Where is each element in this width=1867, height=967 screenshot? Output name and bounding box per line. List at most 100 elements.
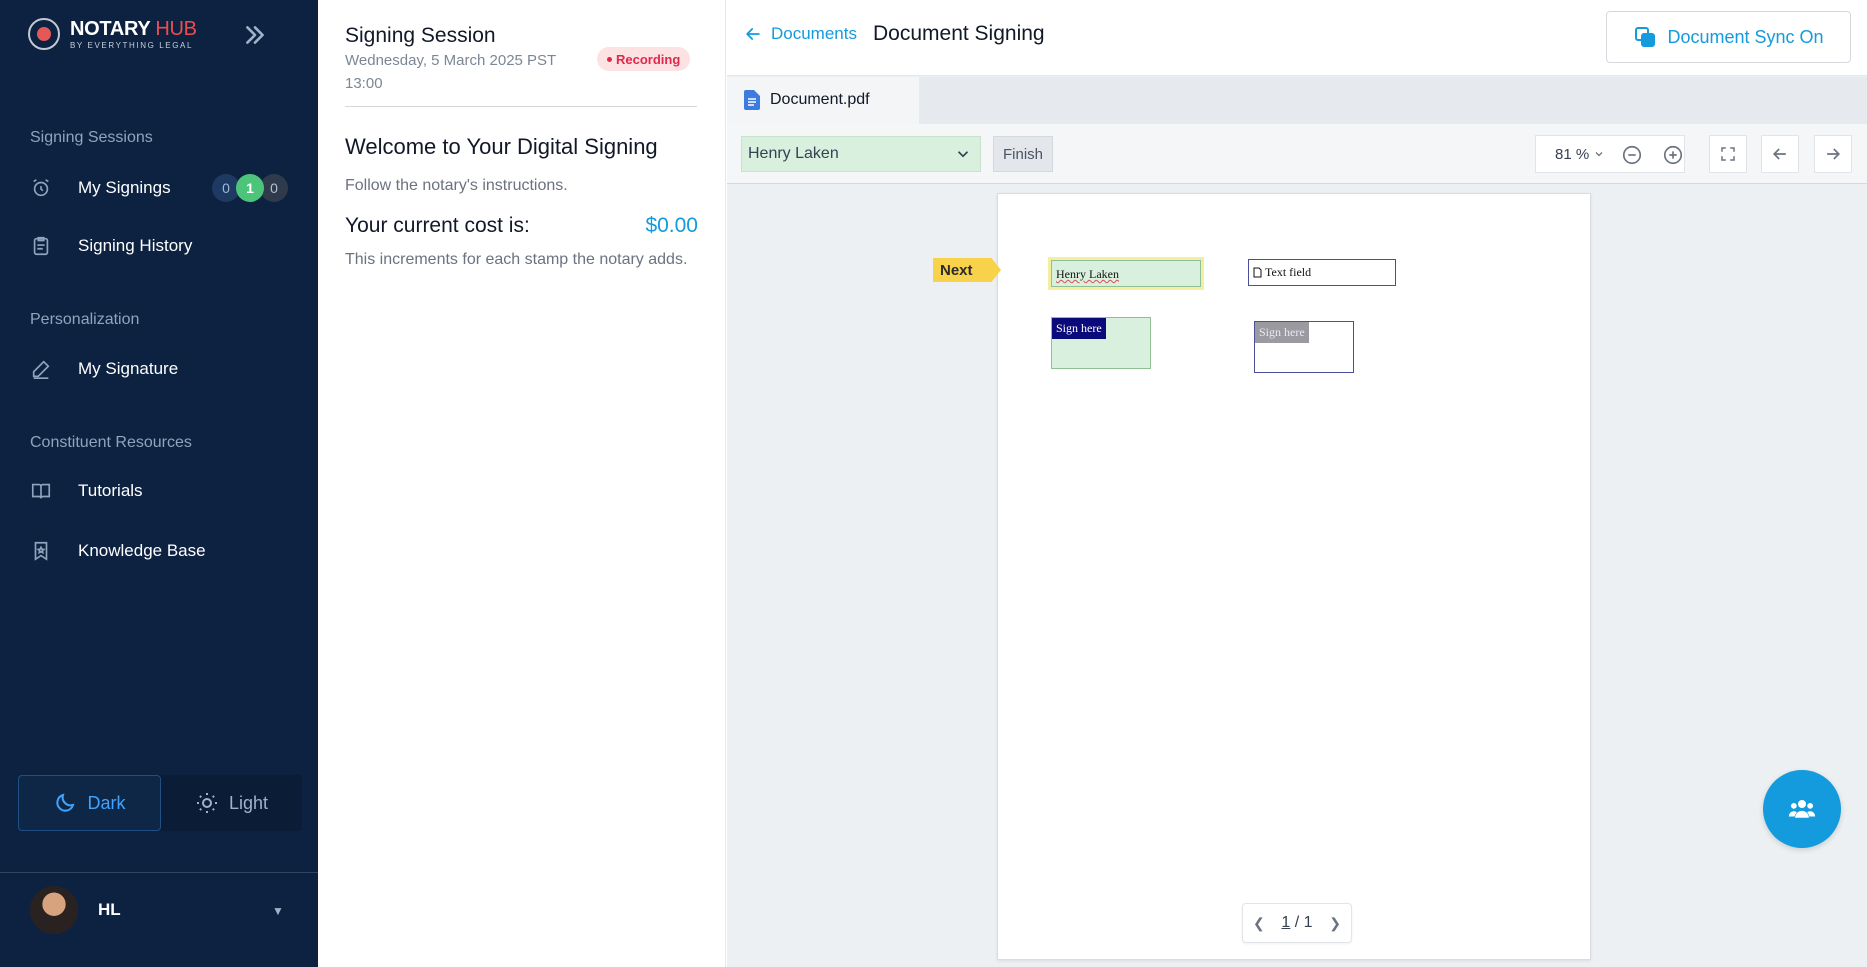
instructions-text: Follow the notary's instructions. [345,177,568,194]
dark-theme-label: Dark [87,792,126,813]
previous-field-button[interactable] [1761,135,1799,173]
sidebar-divider [0,872,318,873]
chevron-left-icon[interactable]: ❮ [1253,915,1265,932]
light-theme-button[interactable]: Light [161,775,302,831]
chevron-down-icon [957,151,969,158]
sidebar-item-label: My Signings [78,178,171,197]
viewer-toolbar: Henry Laken Finish 81 % [727,124,1867,184]
session-date: Wednesday, 5 March 2025 PST 13:00 [345,52,556,92]
chevron-right-icon[interactable]: ❯ [1329,915,1341,932]
section-constituent-resources: Constituent Resources [30,434,192,451]
logo-mark-icon [28,18,60,50]
sun-icon [196,793,217,813]
next-field-tag[interactable]: Next [933,258,1001,282]
arrow-left-icon [1772,148,1786,160]
session-title: Signing Session [345,24,496,47]
signer-select-value: Henry Laken [748,145,839,162]
text-field[interactable]: Text field [1248,259,1396,286]
finish-button[interactable]: Finish [993,136,1053,172]
sidebar-item-tutorials[interactable]: Tutorials [0,467,318,515]
caret-down-icon[interactable]: ▼ [272,904,284,918]
back-label: Documents [771,24,857,43]
sidebar-item-my-signature[interactable]: My Signature [0,345,318,393]
name-field[interactable]: Henry Laken [1051,260,1201,287]
sync-label: Document Sync On [1667,26,1824,47]
tab-document-pdf[interactable]: Document.pdf [727,77,919,124]
document-sync-button[interactable]: Document Sync On [1606,11,1851,63]
text-field-icon [1253,267,1262,278]
users-icon [1788,800,1816,818]
user-initials: HL [98,900,121,919]
section-personalization: Personalization [30,311,140,328]
tab-label: Document.pdf [770,90,870,108]
cost-value: $0.00 [645,214,698,237]
signature-field-active[interactable]: Sign here [1051,317,1151,369]
zoom-controls: 81 % [1535,135,1685,173]
current-page: 1 [1281,914,1291,931]
fullscreen-button[interactable] [1709,135,1747,173]
clipboard-icon [30,235,52,257]
dark-theme-button[interactable]: Dark [18,775,161,831]
sidebar-item-signing-history[interactable]: Signing History [0,222,318,270]
name-field-value: Henry Laken [1056,267,1119,281]
document-tabs: Document.pdf [727,77,1867,124]
text-field-label: Text field [1265,265,1312,279]
page-navigator: ❮ 1 / 1 ❯ [1242,903,1352,943]
collapse-sidebar-button[interactable] [238,18,272,52]
bookmark-icon [30,540,52,562]
sidebar: NOTARY HUB BY EVERYTHING LEGAL Signing S… [0,0,318,967]
recording-dot-icon [607,56,612,62]
next-field-button[interactable] [1814,135,1852,173]
chevron-down-icon [1595,152,1603,157]
page-title: Document Signing [873,22,1045,45]
sign-here-label: Sign here [1052,318,1106,339]
pen-icon [30,358,52,380]
signature-field-other[interactable]: Sign here [1254,321,1354,373]
sidebar-item-knowledge-base[interactable]: Knowledge Base [0,527,318,575]
moon-icon [56,793,76,812]
double-chevron-right-icon [246,26,264,44]
user-menu[interactable]: HL [30,886,121,934]
active-count-badge: 1 [236,174,264,202]
session-divider [345,106,697,107]
total-pages: 1 [1303,914,1313,931]
page-indicator: 1 / 1 [1281,914,1313,931]
sidebar-item-label: Tutorials [78,481,143,500]
avatar [30,886,78,934]
viewer-header: Documents Document Signing Document Sync… [727,0,1867,76]
session-panel: Signing Session Wednesday, 5 March 2025 … [318,0,726,967]
zoom-out-icon[interactable] [1621,144,1643,166]
arrow-right-icon [1827,148,1841,160]
light-theme-label: Light [228,792,269,813]
document-page [997,193,1591,960]
theme-toggle: Dark Light [18,775,302,831]
sign-here-label: Sign here [1255,322,1309,343]
book-icon [30,480,52,502]
back-to-documents-link[interactable]: Documents [743,24,857,44]
signing-counters: 0 1 0 [212,174,288,202]
arrow-left-icon [746,28,760,40]
recording-label: Recording [616,51,681,67]
other-count-badge: 0 [260,174,288,202]
sidebar-item-my-signings[interactable]: My Signings 0 1 0 [0,164,318,212]
fullscreen-icon [1721,147,1735,161]
welcome-heading: Welcome to Your Digital Signing [345,134,658,159]
logo-subtitle: BY EVERYTHING LEGAL [70,40,194,50]
sidebar-item-label: My Signature [78,359,179,378]
app-logo[interactable]: NOTARY HUB BY EVERYTHING LEGAL [28,18,197,50]
cost-note: This increments for each stamp the notar… [345,251,688,268]
sidebar-item-label: Knowledge Base [78,541,206,560]
participants-button[interactable] [1763,770,1841,848]
sync-squares-icon [1635,27,1656,47]
signer-select[interactable]: Henry Laken [741,136,981,172]
zoom-in-icon[interactable] [1662,144,1684,166]
cost-label: Your current cost is: [345,214,530,237]
file-icon [744,89,760,110]
zoom-value: 81 % [1555,145,1590,163]
zoom-select[interactable]: 81 % [1555,146,1605,163]
alarm-clock-icon [30,177,52,199]
logo-title: NOTARY HUB [70,17,197,40]
document-viewer: Documents Document Signing Document Sync… [727,0,1867,967]
sidebar-item-label: Signing History [78,236,193,255]
recording-badge: Recording [597,47,691,71]
